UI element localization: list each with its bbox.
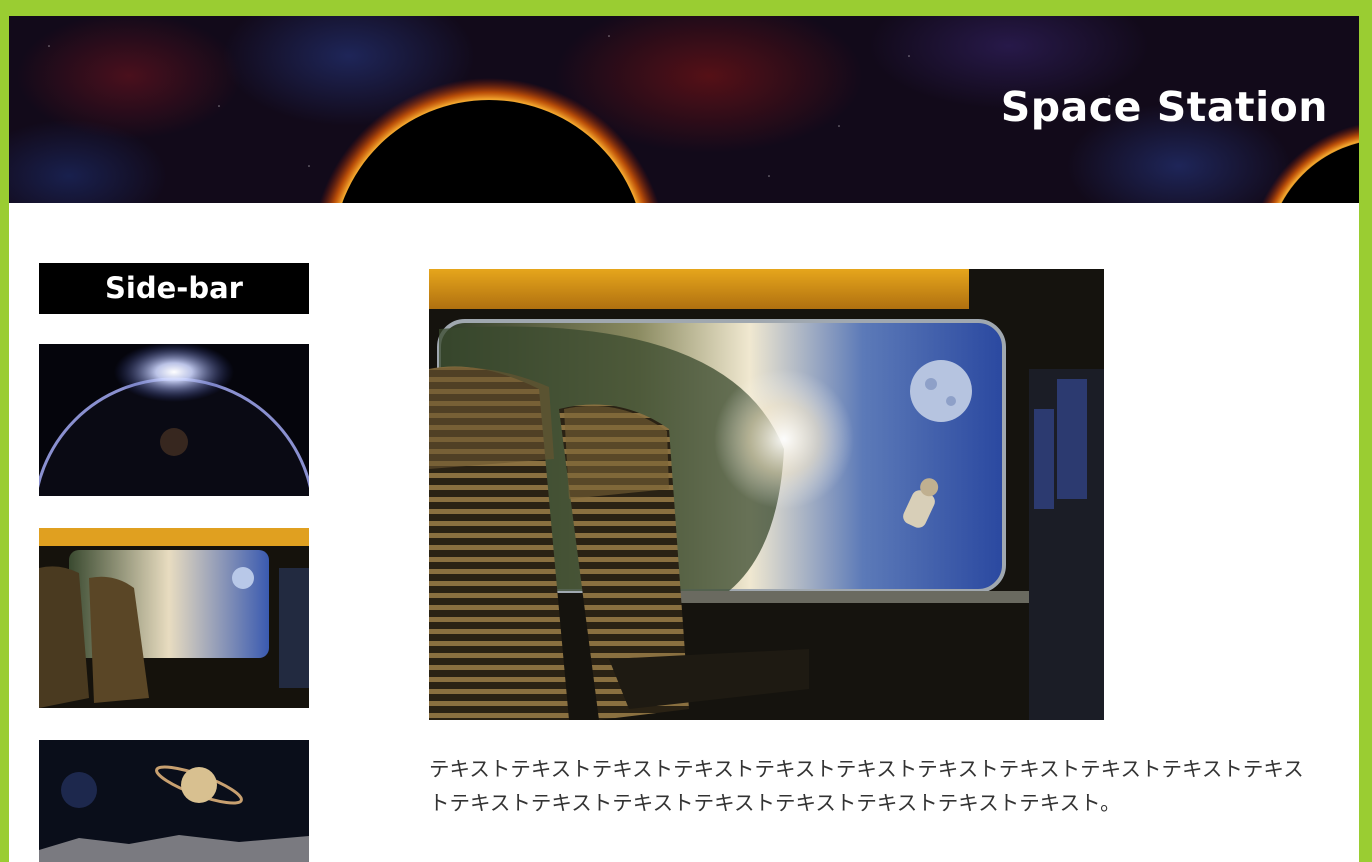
sidebar-thumbnail-train-window[interactable]	[39, 528, 309, 708]
saturn-moon-surface-image	[39, 740, 309, 862]
page-frame: Space Station Side-bar テキストテキストテキストテキストテ…	[9, 16, 1359, 862]
train-window-space-view-image	[429, 269, 1104, 720]
sidebar: Side-bar	[39, 263, 309, 862]
site-header: Space Station	[9, 16, 1359, 203]
main-content: テキストテキストテキストテキストテキストテキストテキストテキストテキストテキスト…	[429, 269, 1319, 820]
sidebar-heading: Side-bar	[39, 263, 309, 314]
sidebar-thumbnail-planet[interactable]	[39, 344, 309, 496]
train-window-space-thumb-image	[39, 528, 309, 708]
body-text: テキストテキストテキストテキストテキストテキストテキストテキストテキストテキスト…	[429, 757, 1304, 815]
hero-image	[429, 269, 1104, 720]
sidebar-thumbnail-saturn[interactable]	[39, 740, 309, 862]
planet-sunrise-image	[39, 344, 309, 496]
site-title: Space Station	[1000, 83, 1328, 131]
